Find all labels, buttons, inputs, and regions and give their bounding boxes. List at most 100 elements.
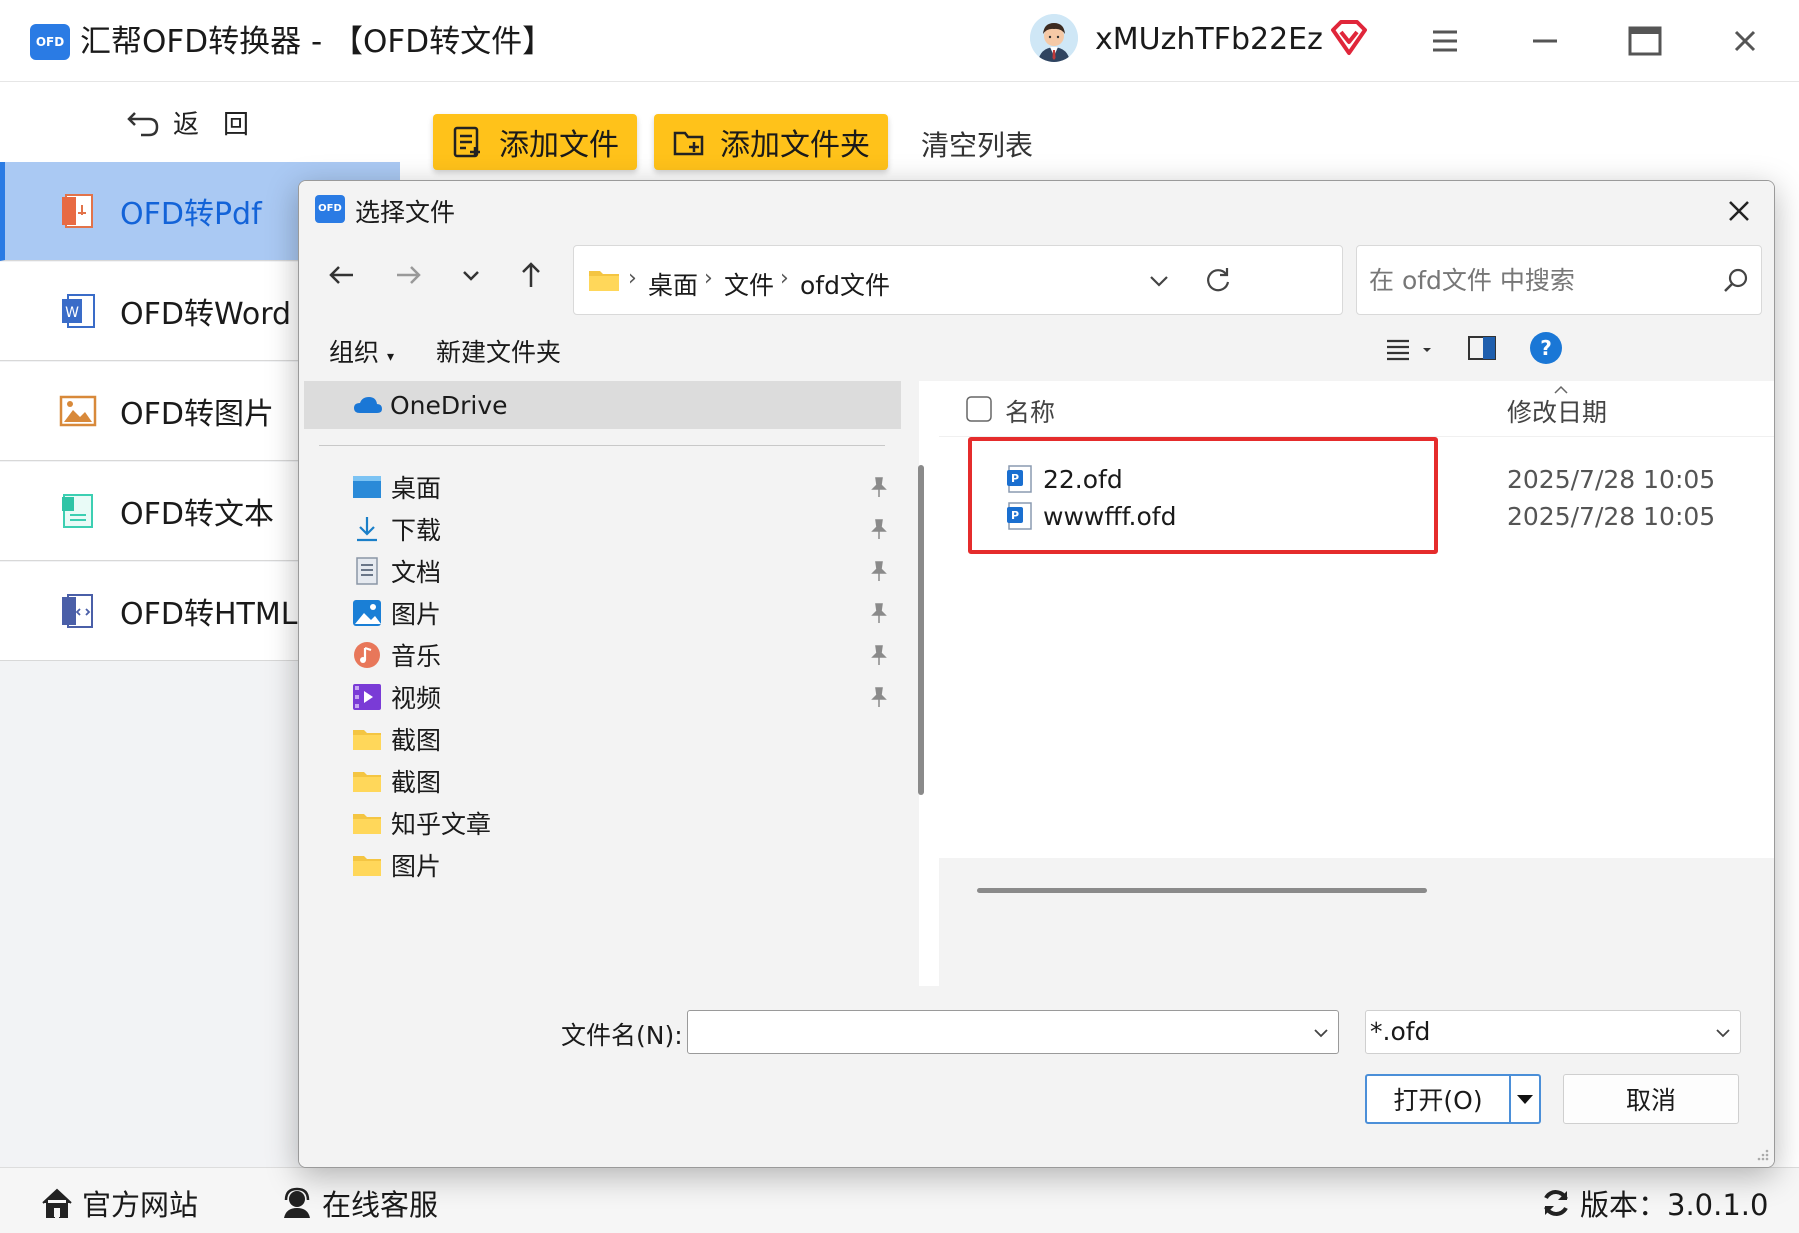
new-folder-button[interactable]: 新建文件夹 <box>436 333 561 369</box>
cancel-button[interactable]: 取消 <box>1563 1074 1739 1124</box>
search-icon[interactable] <box>1721 266 1751 296</box>
forward-icon[interactable] <box>389 255 429 295</box>
folder-icon <box>353 814 381 834</box>
file-list-horizontal-scrollbar[interactable] <box>977 888 1427 893</box>
pin-icon[interactable] <box>867 643 891 667</box>
add-folder-icon <box>673 131 704 156</box>
file-modified-date: 2025/7/28 10:05 <box>1507 465 1716 494</box>
add-file-label: 添加文件 <box>499 128 619 163</box>
tree-item-zhihu-articles[interactable]: 知乎文章 <box>351 801 891 845</box>
help-icon[interactable]: ? <box>1527 329 1565 367</box>
tree-item-pictures-folder[interactable]: 图片 <box>351 843 891 887</box>
clear-list-button[interactable]: 清空列表 <box>921 124 1033 164</box>
html-icon <box>62 594 93 628</box>
pin-icon[interactable] <box>867 517 891 541</box>
official-website-label: 官方网站 <box>82 1188 199 1222</box>
onedrive-label: OneDrive <box>390 390 508 420</box>
up-folder-icon[interactable] <box>511 255 551 295</box>
svg-text:P: P <box>1011 509 1019 522</box>
tree-item-downloads[interactable]: 下载 <box>351 507 891 551</box>
search-box[interactable] <box>1356 245 1762 315</box>
pin-icon[interactable] <box>867 601 891 625</box>
pin-icon[interactable] <box>867 685 891 709</box>
preview-pane-icon[interactable] <box>1465 331 1499 365</box>
document-icon <box>356 557 378 585</box>
menu-icon[interactable] <box>1420 18 1470 64</box>
add-file-button[interactable]: 添加文件 <box>433 114 637 170</box>
dialog-app-logo: OFD <box>315 195 345 223</box>
dialog-bottom-bar: 文件名(N): *.ofd 打开(O) 取消 <box>299 986 1774 1167</box>
pin-icon[interactable] <box>867 475 891 499</box>
maximize-icon[interactable] <box>1620 18 1670 64</box>
image-icon <box>59 395 97 427</box>
open-button[interactable]: 打开(O) <box>1365 1074 1541 1124</box>
column-modified-date[interactable]: 修改日期 <box>1507 393 1607 429</box>
tree-item-label: 图片 <box>391 852 442 881</box>
official-website-link[interactable]: 官方网站 <box>40 1182 198 1224</box>
dialog-title-bar: OFD 选择文件 <box>299 181 1774 237</box>
file-modified-date: 2025/7/28 10:05 <box>1507 502 1716 531</box>
avatar[interactable] <box>1030 14 1078 62</box>
version-info[interactable]: 版本：3.0.1.0 <box>1540 1182 1768 1224</box>
version-label: 版本：3.0.1.0 <box>1580 1188 1769 1222</box>
folder-icon <box>589 271 619 291</box>
tree-item-videos[interactable]: 视频 <box>351 675 891 719</box>
chevron-down-icon[interactable] <box>1310 1023 1332 1043</box>
column-header: 名称 修改日期 <box>939 381 1774 437</box>
resize-grip-icon[interactable] <box>1754 1146 1770 1162</box>
toolbar: 添加文件 添加文件夹 清空列表 <box>401 82 1799 182</box>
search-input[interactable] <box>1369 262 1699 298</box>
file-row[interactable]: P 22.ofd <box>1005 459 1123 499</box>
pin-icon[interactable] <box>867 559 891 583</box>
sidebar-item-label: OFD转HTML <box>120 597 298 632</box>
add-folder-label: 添加文件夹 <box>720 128 870 163</box>
download-icon <box>357 517 377 542</box>
breadcrumb-files[interactable]: 文件 <box>724 266 774 302</box>
file-list-pane: 名称 修改日期 P 22.ofd 2025/7/28 10:05 P wwwff… <box>939 381 1774 986</box>
tree-item-screenshots[interactable]: 截图 <box>351 717 891 761</box>
view-options-icon[interactable] <box>1381 333 1441 365</box>
organize-menu[interactable]: 组织 ▾ <box>329 333 394 369</box>
back-icon[interactable] <box>321 255 361 295</box>
file-type-select[interactable]: *.ofd <box>1365 1010 1741 1054</box>
tree-item-pictures[interactable]: 图片 <box>351 591 891 635</box>
back-label: 返回 <box>172 109 273 140</box>
filename-combobox[interactable] <box>687 1010 1339 1054</box>
file-row[interactable]: P wwwfff.ofd <box>1005 496 1176 536</box>
ofd-file-icon: P <box>1007 465 1032 493</box>
username[interactable]: xMUzhTFb22Ez <box>1095 18 1323 62</box>
column-name[interactable]: 名称 <box>1005 393 1055 429</box>
tree-item-onedrive[interactable]: OneDrive <box>304 381 901 429</box>
select-all-checkbox[interactable] <box>965 395 993 423</box>
address-bar[interactable]: › 桌面 › 文件 › ofd文件 <box>573 245 1343 315</box>
file-chooser-dialog: OFD 选择文件 › 桌面 › 文件 › ofd文件 在 ofd文件 中搜索 组… <box>298 180 1775 1168</box>
open-button-label: 打开(O) <box>1367 1076 1511 1122</box>
tree-item-label: 图片 <box>391 600 442 629</box>
online-support-link[interactable]: 在线客服 <box>280 1182 438 1224</box>
breadcrumb-ofd-files[interactable]: ofd文件 <box>800 266 890 302</box>
minimize-icon[interactable] <box>1520 18 1570 64</box>
breadcrumb-desktop[interactable]: 桌面 <box>648 266 698 302</box>
close-icon[interactable] <box>1720 18 1770 64</box>
onedrive-cloud-icon <box>354 397 382 413</box>
file-type-value: *.ofd <box>1370 1017 1431 1046</box>
app-title: 汇帮OFD转换器 - 【OFD转文件】 <box>80 24 554 60</box>
dialog-close-icon[interactable] <box>1719 191 1759 231</box>
sidebar-item-label: OFD转文本 <box>120 497 274 532</box>
add-folder-button[interactable]: 添加文件夹 <box>654 114 888 170</box>
pdf-icon <box>62 194 93 228</box>
filename-input[interactable] <box>694 1017 1294 1047</box>
refresh-icon[interactable] <box>1202 264 1234 296</box>
open-split-dropdown[interactable] <box>1511 1076 1539 1122</box>
nav-pane-scrollbar[interactable] <box>918 465 924 795</box>
vip-diamond-icon[interactable] <box>1330 20 1368 56</box>
recent-locations-chevron-icon[interactable] <box>451 255 491 295</box>
svg-text:?: ? <box>1540 336 1552 360</box>
address-history-chevron-icon[interactable] <box>1144 268 1174 294</box>
tree-item-documents[interactable]: 文档 <box>351 549 891 593</box>
tree-item-screenshots-2[interactable]: 截图 <box>351 759 891 803</box>
tree-item-desktop[interactable]: 桌面 <box>351 465 891 509</box>
back-button[interactable]: 返回 <box>0 82 400 162</box>
video-icon <box>353 684 381 710</box>
tree-item-music[interactable]: 音乐 <box>351 633 891 677</box>
